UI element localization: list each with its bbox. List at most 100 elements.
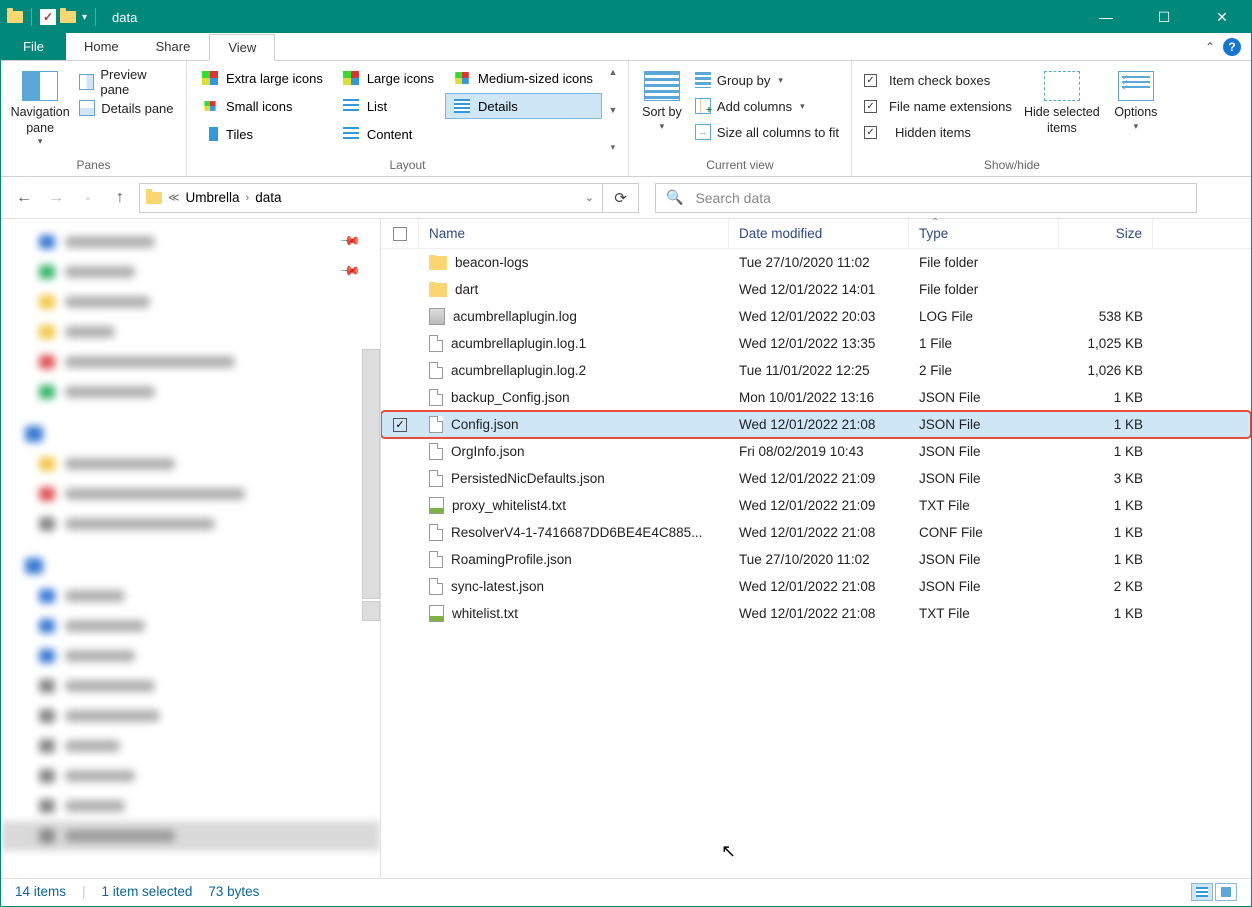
file-row[interactable]: Config.jsonWed 12/01/2022 21:08JSON File… bbox=[381, 411, 1251, 438]
file-row[interactable]: OrgInfo.jsonFri 08/02/2019 10:43JSON Fil… bbox=[381, 438, 1251, 465]
column-header-date[interactable]: Date modified bbox=[729, 219, 909, 248]
file-row[interactable]: sync-latest.jsonWed 12/01/2022 21:08JSON… bbox=[381, 573, 1251, 600]
file-type: 2 File bbox=[909, 363, 1059, 378]
layout-large-icons[interactable]: Large icons bbox=[334, 65, 443, 91]
collapse-ribbon-icon[interactable]: ⌃ bbox=[1205, 40, 1215, 54]
layout-details[interactable]: Details bbox=[445, 93, 602, 119]
qat-check-icon[interactable]: ✓ bbox=[40, 9, 56, 25]
column-header-checkbox[interactable] bbox=[381, 219, 419, 248]
file-row[interactable]: proxy_whitelist4.txtWed 12/01/2022 21:09… bbox=[381, 492, 1251, 519]
layout-content[interactable]: Content bbox=[334, 121, 443, 147]
maximize-button[interactable]: ☐ bbox=[1135, 1, 1193, 33]
layout-medium-icons[interactable]: Medium-sized icons bbox=[445, 65, 602, 91]
layout-small-icons[interactable]: Small icons bbox=[193, 93, 332, 119]
back-button[interactable]: ← bbox=[11, 185, 37, 211]
hidden-items-toggle[interactable]: Hidden items bbox=[858, 119, 1018, 145]
file-row[interactable]: acumbrellaplugin.log.1Wed 12/01/2022 13:… bbox=[381, 330, 1251, 357]
hide-selected-button[interactable]: Hide selected items bbox=[1018, 65, 1106, 155]
file-row[interactable]: acumbrellaplugin.log.2Tue 11/01/2022 12:… bbox=[381, 357, 1251, 384]
tab-file[interactable]: File bbox=[1, 33, 66, 60]
navigation-pane-button[interactable]: Navigation pane ▾ bbox=[7, 65, 73, 155]
column-header-size[interactable]: Size bbox=[1059, 219, 1153, 248]
column-header-name[interactable]: Name bbox=[419, 219, 729, 248]
recent-locations-button[interactable]: ⌄ bbox=[75, 185, 101, 211]
navigation-pane-label: Navigation pane bbox=[7, 105, 73, 136]
file-row[interactable]: acumbrellaplugin.logWed 12/01/2022 20:03… bbox=[381, 303, 1251, 330]
view-details-button[interactable] bbox=[1191, 883, 1213, 901]
file-type: JSON File bbox=[909, 579, 1059, 594]
file-size: 1 KB bbox=[1059, 390, 1153, 405]
help-icon[interactable]: ? bbox=[1223, 38, 1241, 56]
layout-tiles[interactable]: Tiles bbox=[193, 121, 332, 147]
file-list-pane: ⌃ Name Date modified Type Size beacon-lo… bbox=[381, 219, 1251, 878]
file-type: 1 File bbox=[909, 336, 1059, 351]
size-columns-button[interactable]: Size all columns to fit bbox=[689, 119, 845, 145]
row-checkbox[interactable] bbox=[393, 418, 407, 432]
address-bar[interactable]: ≪ Umbrella › data ⌄ bbox=[139, 183, 603, 213]
file-date: Wed 12/01/2022 14:01 bbox=[729, 282, 909, 297]
preview-pane-label: Preview pane bbox=[100, 67, 174, 97]
details-pane-label: Details pane bbox=[101, 101, 173, 116]
ribbon-tabs: File Home Share View ⌃ ? bbox=[1, 33, 1251, 61]
qat-dropdown-icon[interactable]: ▾ bbox=[82, 12, 87, 23]
layout-extra-large-icons[interactable]: Extra large icons bbox=[193, 65, 332, 91]
details-pane-button[interactable]: Details pane bbox=[73, 95, 180, 121]
file-size: 1 KB bbox=[1059, 552, 1153, 567]
close-button[interactable]: ✕ bbox=[1193, 1, 1251, 33]
options-icon bbox=[1118, 71, 1154, 101]
up-button[interactable]: ↑ bbox=[107, 185, 133, 211]
tab-home[interactable]: Home bbox=[66, 33, 138, 60]
file-rows: beacon-logsTue 27/10/2020 11:02File fold… bbox=[381, 249, 1251, 878]
group-by-button[interactable]: Group by▾ bbox=[689, 67, 845, 93]
file-size: 1 KB bbox=[1059, 606, 1153, 621]
file-row[interactable]: ResolverV4-1-7416687DD6BE4E4C885...Wed 1… bbox=[381, 519, 1251, 546]
breadcrumb-segment[interactable]: Umbrella bbox=[186, 190, 240, 205]
group-label-current-view: Current view bbox=[635, 155, 845, 176]
breadcrumb-separator[interactable]: › bbox=[246, 192, 250, 204]
status-selection: 1 item selected bbox=[102, 884, 193, 899]
file-row[interactable]: PersistedNicDefaults.jsonWed 12/01/2022 … bbox=[381, 465, 1251, 492]
refresh-button[interactable]: ⟳ bbox=[603, 183, 639, 213]
search-input[interactable]: 🔍 Search data bbox=[655, 183, 1197, 213]
options-button[interactable]: Options ▾ bbox=[1106, 65, 1166, 155]
file-name: sync-latest.json bbox=[451, 579, 544, 594]
details-view-icon bbox=[1196, 887, 1208, 897]
tab-view[interactable]: View bbox=[209, 34, 275, 61]
file-date: Wed 12/01/2022 21:09 bbox=[729, 471, 909, 486]
add-columns-button[interactable]: Add columns▾ bbox=[689, 93, 845, 119]
checkbox-icon bbox=[864, 74, 877, 87]
search-icon: 🔍 bbox=[666, 189, 683, 206]
item-check-boxes-toggle[interactable]: Item check boxes bbox=[858, 67, 1018, 93]
file-row[interactable]: RoamingProfile.jsonTue 27/10/2020 11:02J… bbox=[381, 546, 1251, 573]
forward-button[interactable]: → bbox=[43, 185, 69, 211]
search-placeholder: Search data bbox=[695, 190, 771, 206]
breadcrumb-segment[interactable]: data bbox=[255, 190, 281, 205]
file-name-extensions-toggle[interactable]: File name extensions bbox=[858, 93, 1018, 119]
tab-share[interactable]: Share bbox=[138, 33, 210, 60]
address-history-dropdown[interactable]: ⌄ bbox=[585, 191, 594, 204]
file-row[interactable]: beacon-logsTue 27/10/2020 11:02File fold… bbox=[381, 249, 1251, 276]
layout-list[interactable]: List bbox=[334, 93, 443, 119]
checkbox-icon bbox=[864, 126, 877, 139]
file-type: TXT File bbox=[909, 606, 1059, 621]
breadcrumb-separator[interactable]: ≪ bbox=[168, 191, 180, 204]
sort-by-button[interactable]: Sort by ▾ bbox=[635, 65, 689, 155]
file-size: 1,025 KB bbox=[1059, 336, 1153, 351]
navigation-pane[interactable]: 📌 📌 bbox=[1, 219, 381, 878]
file-row[interactable]: backup_Config.jsonMon 10/01/2022 13:16JS… bbox=[381, 384, 1251, 411]
file-icon bbox=[429, 335, 443, 352]
file-date: Wed 12/01/2022 13:35 bbox=[729, 336, 909, 351]
small-icons-icon bbox=[204, 101, 215, 111]
file-date: Tue 11/01/2022 12:25 bbox=[729, 363, 909, 378]
file-row[interactable]: dartWed 12/01/2022 14:01File folder bbox=[381, 276, 1251, 303]
column-headers: ⌃ Name Date modified Type Size bbox=[381, 219, 1251, 249]
preview-pane-button[interactable]: Preview pane bbox=[73, 69, 180, 95]
list-icon bbox=[343, 99, 359, 113]
minimize-button[interactable]: — bbox=[1077, 1, 1135, 33]
file-icon bbox=[429, 551, 443, 568]
view-thumbnails-button[interactable] bbox=[1215, 883, 1237, 901]
file-row[interactable]: whitelist.txtWed 12/01/2022 21:08TXT Fil… bbox=[381, 600, 1251, 627]
layout-scroll[interactable]: ▲▼▾ bbox=[604, 65, 622, 155]
title-divider bbox=[31, 8, 32, 26]
group-label-show-hide: Show/hide bbox=[858, 155, 1166, 176]
